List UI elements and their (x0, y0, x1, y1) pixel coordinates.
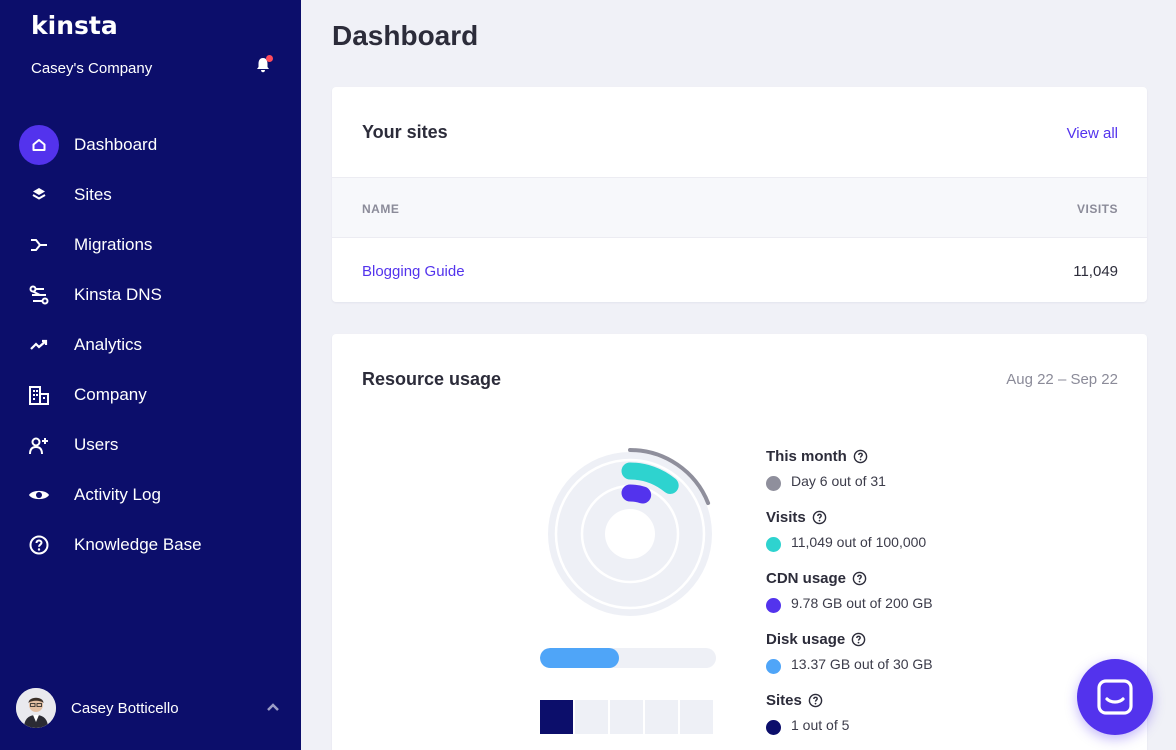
legend-dot (766, 476, 781, 491)
sidebar-item-kinsta-dns[interactable]: Kinsta DNS (0, 270, 301, 320)
layers-icon (19, 175, 59, 215)
site-visits: 11,049 (1073, 263, 1118, 280)
sidebar-item-label: Users (74, 435, 119, 454)
sites-usage-blocks (540, 700, 713, 734)
table-row[interactable]: Blogging Guide 11,049 (332, 239, 1147, 302)
resource-usage-title: Resource usage (362, 369, 502, 389)
sidebar-item-company[interactable]: Company (0, 370, 301, 420)
disk-usage-fill (540, 648, 620, 668)
site-slot (680, 700, 713, 734)
legend-title: Sites (766, 692, 802, 709)
sidebar-item-users[interactable]: Users (0, 420, 301, 470)
site-slot (540, 700, 573, 734)
brand-text: kinsta (31, 12, 118, 38)
avatar (16, 688, 56, 728)
question-icon (19, 525, 59, 565)
column-header-visits[interactable]: VISITS (1077, 202, 1118, 216)
resource-usage-card: Resource usage Aug 22 – Sep 22 This mont… (332, 334, 1147, 750)
site-slot (575, 700, 608, 734)
user-name: Casey Botticello (71, 700, 179, 717)
legend-value: 1 out of 5 (791, 717, 850, 733)
legend-dot (766, 659, 781, 674)
sidebar-item-label: Activity Log (74, 485, 161, 504)
sites-table-header: NAME VISITS (332, 177, 1147, 238)
site-slot (645, 700, 678, 734)
legend-title: Visits (766, 509, 806, 526)
sidebar-item-sites[interactable]: Sites (0, 170, 301, 220)
dns-icon (19, 275, 59, 315)
help-icon[interactable] (808, 693, 823, 708)
eye-icon (19, 475, 59, 515)
sidebar-item-label: Sites (74, 185, 112, 204)
site-slot (610, 700, 643, 734)
sidebar-item-label: Knowledge Base (74, 535, 202, 554)
sidebar-item-label: Kinsta DNS (74, 285, 162, 304)
kinsta-logo[interactable]: kinsta (31, 12, 133, 38)
trend-icon (19, 325, 59, 365)
sidebar-item-migrations[interactable]: Migrations (0, 220, 301, 270)
sidebar-item-knowledge-base[interactable]: Knowledge Base (0, 520, 301, 570)
sidebar-nav: Dashboard Sites Migrations Kinsta DNS An… (0, 120, 301, 570)
site-name-link[interactable]: Blogging Guide (362, 263, 465, 280)
help-icon[interactable] (852, 571, 867, 586)
your-sites-title: Your sites (362, 122, 448, 142)
page-title: Dashboard (332, 20, 479, 51)
legend-dot (766, 598, 781, 613)
usage-gauge (548, 448, 712, 616)
legend-cdn-usage: CDN usage 9.78 GB out of 200 GB (766, 570, 1086, 620)
building-icon (19, 375, 59, 415)
legend-disk-usage: Disk usage 13.37 GB out of 30 GB (766, 631, 1086, 681)
legend-value: 11,049 out of 100,000 (791, 534, 927, 550)
legend-value: Day 6 out of 31 (791, 473, 886, 489)
legend-sites: Sites 1 out of 5 (766, 692, 1086, 742)
chevron-up-icon[interactable] (266, 702, 280, 712)
sidebar-item-label: Analytics (74, 335, 143, 354)
home-icon (19, 125, 59, 165)
sidebar-item-activity-log[interactable]: Activity Log (0, 470, 301, 520)
user-menu[interactable]: Casey Botticello (0, 686, 301, 730)
help-icon[interactable] (851, 632, 866, 647)
gauge-cdn-arc (621, 484, 652, 504)
your-sites-card: Your sites View all NAME VISITS Blogging… (332, 87, 1147, 302)
view-all-link[interactable]: View all (1067, 125, 1118, 142)
legend-dot (766, 720, 781, 735)
help-icon[interactable] (812, 510, 827, 525)
help-icon[interactable] (853, 449, 868, 464)
sidebar-item-label: Dashboard (74, 135, 158, 154)
add-user-icon (19, 425, 59, 465)
sidebar-item-dashboard[interactable]: Dashboard (0, 120, 301, 170)
date-range: Aug 22 – Sep 22 (1006, 371, 1118, 388)
legend-title: This month (766, 448, 847, 465)
chat-button[interactable] (1077, 659, 1153, 735)
disk-usage-bar (540, 648, 716, 668)
legend-dot (766, 537, 781, 552)
sidebar-item-label: Migrations (74, 235, 153, 254)
sidebar-item-analytics[interactable]: Analytics (0, 320, 301, 370)
sidebar: kinsta Casey's Company Dashboard Sites M… (0, 0, 301, 750)
column-header-name[interactable]: NAME (362, 202, 399, 216)
sidebar-item-label: Company (74, 385, 147, 404)
notification-dot (266, 55, 273, 62)
legend-visits: Visits 11,049 out of 100,000 (766, 509, 1086, 559)
legend-value: 9.78 GB out of 200 GB (791, 595, 933, 611)
legend-title: CDN usage (766, 570, 847, 587)
company-name[interactable]: Casey's Company (31, 60, 152, 77)
gauge-center (605, 509, 655, 559)
legend-value: 13.37 GB out of 30 GB (791, 656, 933, 672)
legend-title: Disk usage (766, 631, 846, 648)
legend-this-month: This month Day 6 out of 31 (766, 448, 1086, 498)
migration-icon (19, 225, 59, 265)
chat-icon (1097, 679, 1133, 715)
